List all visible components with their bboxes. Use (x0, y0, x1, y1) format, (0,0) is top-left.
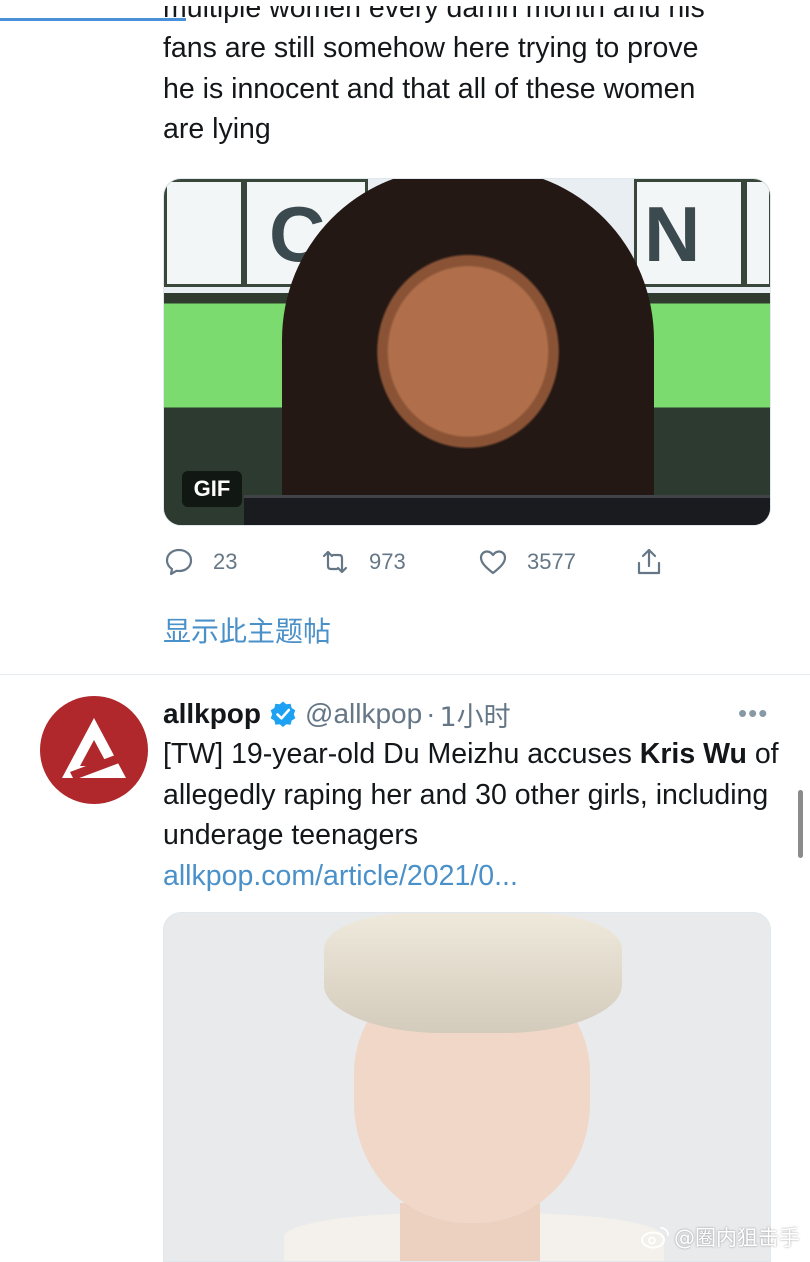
display-name[interactable]: allkpop (163, 698, 261, 730)
tweet1-line: he is innocent and that all of these wom… (163, 72, 696, 105)
verified-badge-icon (270, 701, 296, 727)
reply-icon (165, 548, 193, 576)
tweet2-text: [TW] 19-year-old Du Meizhu accuses Kris … (163, 734, 783, 896)
tweet-time[interactable]: 1小时 (440, 695, 511, 734)
tweet1-text: multiple women every damn month and his … (163, 6, 783, 150)
tweet2-text-bold: Kris Wu (639, 738, 747, 770)
more-options-button[interactable]: ••• (738, 698, 768, 729)
separator-dot: · (426, 698, 436, 729)
heart-icon (479, 550, 507, 575)
retweet-icon (322, 550, 348, 574)
gif-person (282, 179, 654, 525)
watermark-text: @圈内狙击手 (674, 1226, 800, 1250)
weibo-icon (641, 1227, 669, 1249)
show-thread-link[interactable]: 显示此主题帖 (163, 610, 331, 650)
board-tile (164, 179, 244, 287)
tweet1-cut-line: multiple women every damn month and his (163, 6, 705, 24)
like-button[interactable]: 3577 (477, 544, 576, 580)
share-button[interactable] (633, 544, 683, 580)
gif-monitor (244, 495, 770, 525)
board-tile (744, 179, 770, 287)
retweet-count: 973 (369, 549, 406, 574)
tweet1-action-bar: 23 973 3577 (163, 544, 683, 580)
article-link[interactable]: allkpop.com/article/2021/0... (163, 856, 783, 897)
reply-count: 23 (213, 549, 238, 574)
loading-progress-line (0, 18, 186, 21)
tweet-divider (0, 674, 810, 675)
tweet2-photo[interactable] (163, 912, 771, 1262)
tweet1-line: are lying (163, 113, 271, 145)
like-count: 3577 (527, 549, 576, 574)
share-icon (637, 548, 661, 575)
tweet1-line: fans are still somehow here trying to pr… (163, 32, 699, 64)
retweet-button[interactable]: 973 (319, 544, 406, 580)
allkpop-logo-icon (62, 718, 126, 780)
gif-badge: GIF (182, 471, 242, 507)
tweet2-text-before: [TW] 19-year-old Du Meizhu accuses (163, 738, 640, 770)
reply-button[interactable]: 23 (163, 544, 237, 580)
scrollbar-thumb[interactable] (798, 790, 803, 858)
weibo-watermark: @圈内狙击手 (640, 1222, 800, 1252)
allkpop-avatar[interactable] (40, 696, 148, 804)
user-handle[interactable]: @allkpop (305, 698, 422, 730)
board-tile-letter: N (644, 190, 701, 278)
photo-hair (324, 913, 622, 1033)
tweet2-header: allkpop @allkpop · 1小时 (163, 694, 511, 734)
tweet1-gif-media[interactable]: C N GIF (163, 178, 771, 526)
